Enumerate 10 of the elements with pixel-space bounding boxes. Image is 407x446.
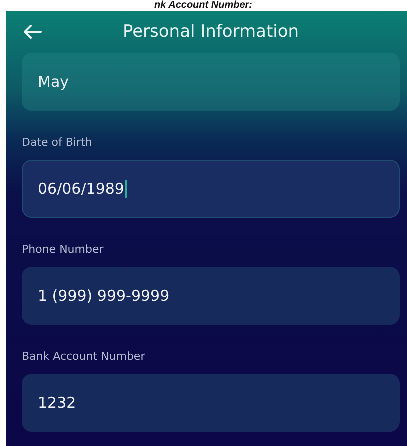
field-label: Bank Account Number: [22, 350, 146, 363]
input-field[interactable]: 1232: [22, 374, 400, 432]
back-arrow-icon[interactable]: [24, 25, 42, 39]
field-label: Date of Birth: [22, 136, 94, 149]
input-field[interactable]: 1 (999) 999-9999: [22, 267, 400, 325]
field-label: Phone Number: [22, 243, 105, 256]
screen-title: Personal Information: [122, 22, 300, 42]
input-field[interactable]: May: [22, 53, 400, 111]
input-field[interactable]: 06/06/1989: [22, 160, 400, 218]
caption-text: nk Account Number:: [154, 0, 252, 11]
